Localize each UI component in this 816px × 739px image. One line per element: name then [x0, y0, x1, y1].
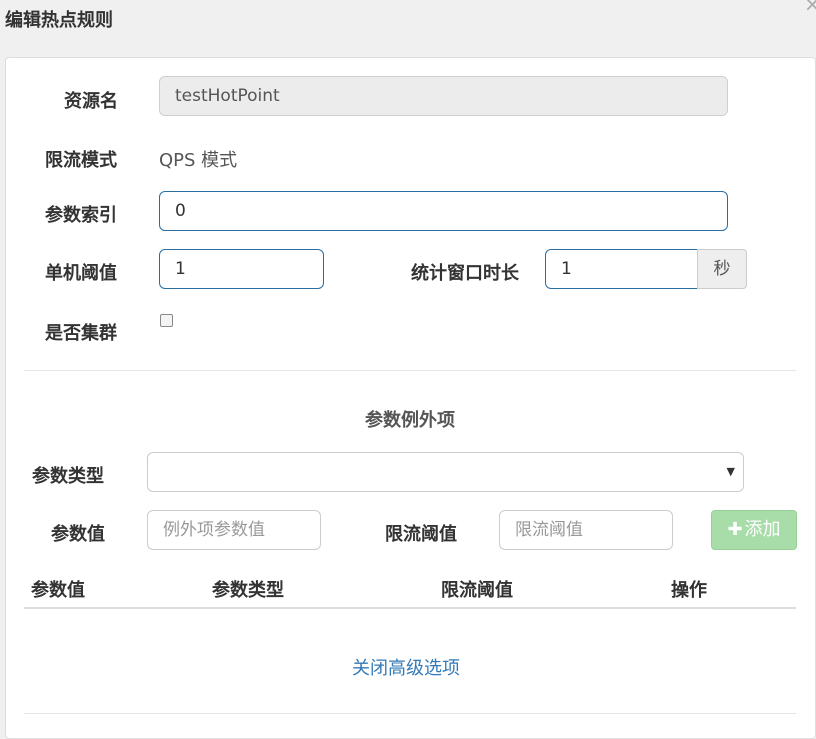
threshold-label: 单机阈值 — [45, 263, 117, 284]
bottom-divider — [24, 713, 796, 714]
param-value-input[interactable] — [147, 510, 321, 550]
dialog-title: 编辑热点规则 — [5, 10, 113, 31]
param-index-label: 参数索引 — [45, 205, 117, 226]
chevron-down-icon: ▼ — [726, 465, 735, 478]
param-index-input[interactable] — [159, 191, 728, 231]
table-header-limit: 限流阈值 — [441, 580, 513, 601]
section-divider — [24, 370, 796, 371]
resource-input[interactable] — [159, 76, 728, 116]
window-input[interactable] — [545, 249, 698, 289]
table-header-action: 操作 — [671, 580, 707, 601]
advanced-toggle-link[interactable]: 关闭高级选项 — [352, 654, 460, 680]
table-header-divider — [24, 607, 796, 609]
param-type-select[interactable]: ▼ — [147, 452, 744, 492]
param-value-label: 参数值 — [51, 524, 105, 545]
cluster-label: 是否集群 — [45, 323, 117, 344]
param-type-label: 参数类型 — [32, 466, 104, 487]
close-icon[interactable]: × — [804, 0, 816, 14]
mode-label: 限流模式 — [45, 150, 117, 171]
add-button-label: 添加 — [744, 519, 781, 540]
cluster-checkbox[interactable] — [160, 314, 173, 327]
window-label: 统计窗口时长 — [411, 263, 519, 284]
plus-icon: ✚ — [727, 519, 743, 540]
table-header-param-type: 参数类型 — [212, 580, 284, 601]
limit-input[interactable] — [499, 510, 673, 550]
dialog-panel — [5, 57, 816, 739]
add-button[interactable]: ✚ 添加 — [711, 510, 797, 550]
limit-label: 限流阈值 — [385, 524, 457, 545]
resource-label: 资源名 — [64, 91, 118, 112]
exceptions-title: 参数例外项 — [365, 410, 455, 431]
threshold-input[interactable] — [159, 249, 324, 289]
mode-value: QPS 模式 — [159, 150, 238, 171]
table-header-param-value: 参数值 — [31, 580, 85, 601]
window-unit: 秒 — [697, 249, 747, 289]
